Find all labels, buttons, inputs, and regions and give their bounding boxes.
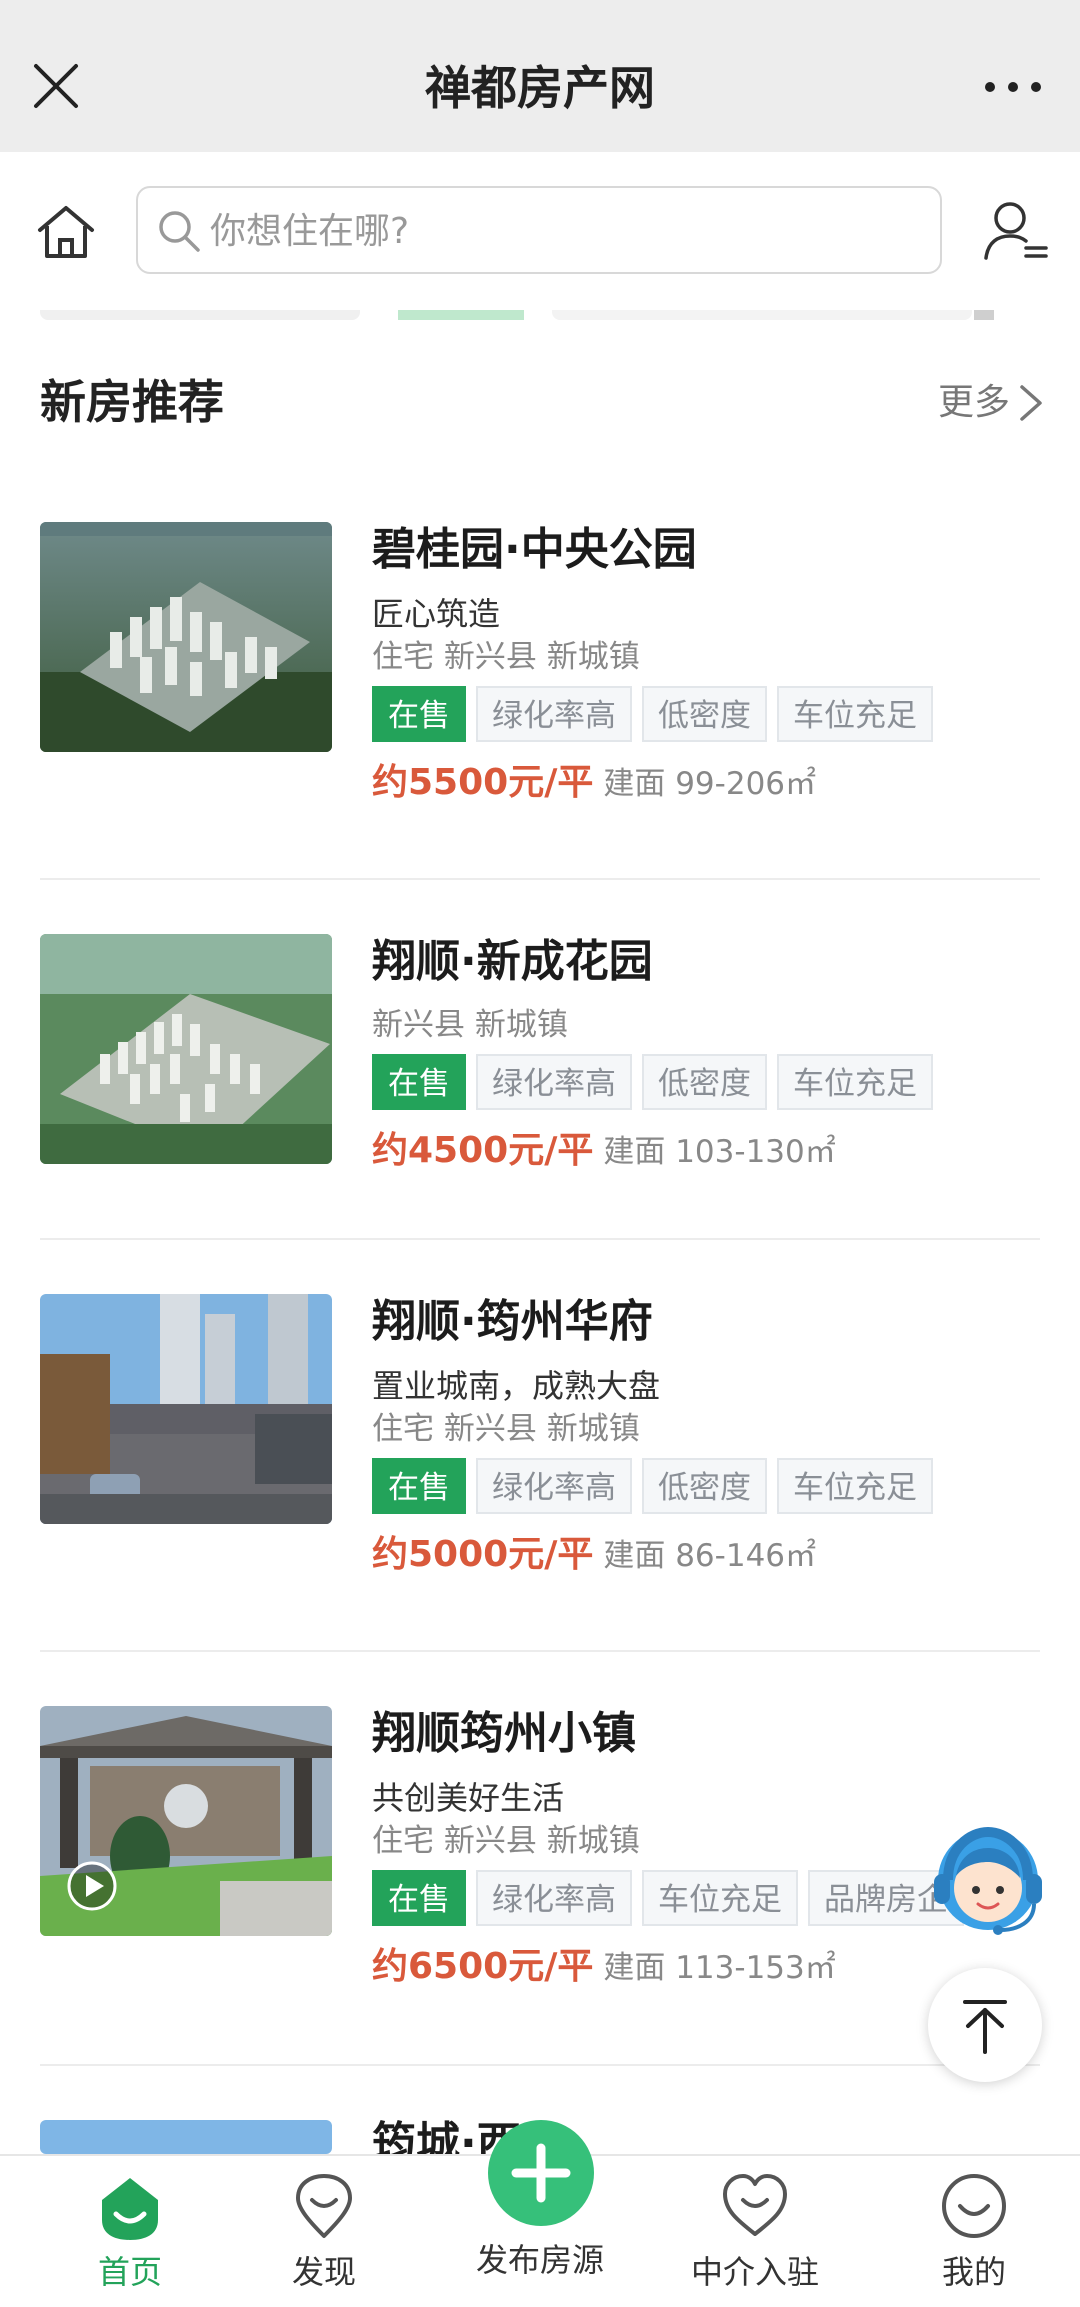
divider xyxy=(40,1650,1040,1652)
divider xyxy=(40,1238,1040,1240)
feature-tag: 低密度 xyxy=(642,686,767,742)
play-video-icon[interactable] xyxy=(66,1860,118,1912)
nav-home-label: 首页 xyxy=(97,2253,162,2291)
feature-tag: 绿化率高 xyxy=(476,1054,632,1110)
status-badge: 在售 xyxy=(372,1870,466,1926)
listing-thumbnail[interactable] xyxy=(40,522,332,752)
feature-tag: 车位充足 xyxy=(777,1458,933,1514)
listing-location: 住宅 新兴县 新城镇 xyxy=(372,639,640,675)
listing-area: 建面 86-146㎡ xyxy=(603,1538,817,1574)
status-badge: 在售 xyxy=(372,686,466,742)
publish-listing-button[interactable] xyxy=(488,2120,594,2226)
listing-name[interactable]: 碧桂园·中央公园 xyxy=(372,522,1040,578)
nav-publish-label[interactable]: 发布房源 xyxy=(440,2238,640,2282)
nav-agent-label: 中介入驻 xyxy=(690,2253,819,2291)
listing-price: 约4500元/平 xyxy=(372,1130,594,1171)
listing-area: 建面 103-130㎡ xyxy=(603,1134,836,1170)
feature-tag: 车位充足 xyxy=(777,686,933,742)
plus-icon xyxy=(511,2143,571,2203)
listing-thumbnail[interactable] xyxy=(40,2120,332,2154)
nav-mine[interactable]: 我的 xyxy=(874,2170,1074,2300)
feature-tag: 绿化率高 xyxy=(476,1458,632,1514)
listing-name[interactable]: 筠城·西 xyxy=(372,2120,1040,2154)
chevron-right-icon xyxy=(1020,385,1042,421)
more-link-label: 更多 xyxy=(937,382,1010,423)
search-row xyxy=(0,152,1080,310)
location-pin-icon xyxy=(296,2174,352,2238)
listing-tags: 在售 绿化率高 低密度 车位充足 xyxy=(372,686,1040,744)
user-menu-icon[interactable] xyxy=(980,196,1052,268)
listing-tags: 在售 绿化率高 低密度 车位充足 xyxy=(372,1054,1040,1112)
listing-area: 建面 99-206㎡ xyxy=(603,766,817,802)
feature-tag: 低密度 xyxy=(642,1458,767,1514)
listing-price: 约5500元/平 xyxy=(372,762,594,803)
listing-thumbnail[interactable] xyxy=(40,934,332,1164)
listing-slogan: 共创美好生活 xyxy=(372,1779,565,1817)
listing-thumbnail[interactable] xyxy=(40,1294,332,1524)
more-options-icon[interactable] xyxy=(978,62,1048,112)
heart-smile-icon xyxy=(723,2174,787,2236)
feature-tag: 绿化率高 xyxy=(476,1870,632,1926)
listing-info: 翔顺·新成花园 新兴县 新城镇 在售 绿化率高 低密度 车位充足 约4500元/… xyxy=(372,934,1040,1182)
nav-discover[interactable]: 发现 xyxy=(224,2170,424,2300)
listing-thumbnail[interactable] xyxy=(40,1706,332,1936)
nav-mine-label: 我的 xyxy=(941,2253,1006,2291)
search-box[interactable] xyxy=(136,186,942,274)
nav-home[interactable]: 首页 xyxy=(30,2170,230,2300)
listing-info: 筠城·西 xyxy=(372,2120,1040,2154)
search-input[interactable] xyxy=(208,198,912,264)
divider xyxy=(40,878,1040,880)
listing-location: 住宅 新兴县 新城镇 xyxy=(372,1411,640,1447)
status-badge: 在售 xyxy=(372,1054,466,1110)
listing-info: 翔顺·筠州华府 置业城南，成熟大盘 住宅 新兴县 新城镇 在售 绿化率高 低密度… xyxy=(372,1294,1040,1586)
listing-price: 约5000元/平 xyxy=(372,1534,594,1575)
page-title: 禅都房产网 xyxy=(425,61,655,115)
listing-slogan: 匠心筑造 xyxy=(372,595,501,633)
listing-tags: 在售 绿化率高 低密度 车位充足 xyxy=(372,1458,1040,1516)
search-icon xyxy=(159,211,200,252)
back-to-top-button[interactable] xyxy=(928,1968,1042,2082)
feature-tag: 低密度 xyxy=(642,1054,767,1110)
listing-slogan: 置业城南，成熟大盘 xyxy=(372,1367,661,1405)
listing-name[interactable]: 翔顺筠州小镇 xyxy=(372,1706,1040,1762)
section-title: 新房推荐 xyxy=(40,375,224,429)
price-line: 约5000元/平 建面 86-146㎡ xyxy=(372,1530,1040,1586)
listing-price: 约6500元/平 xyxy=(372,1946,594,1987)
nav-discover-label: 发现 xyxy=(291,2253,356,2291)
arrow-up-icon xyxy=(963,2000,1007,2054)
smile-face-icon xyxy=(942,2174,1006,2238)
divider xyxy=(40,2064,1040,2066)
listing-area: 建面 113-153㎡ xyxy=(603,1950,836,1986)
listing-name[interactable]: 翔顺·新成花园 xyxy=(372,934,1040,990)
feature-tag: 车位充足 xyxy=(642,1870,798,1926)
home-icon[interactable] xyxy=(34,200,98,264)
listing-name[interactable]: 翔顺·筠州华府 xyxy=(372,1294,1040,1350)
more-link[interactable]: 更多 xyxy=(938,378,1044,428)
price-line: 约5500元/平 建面 99-206㎡ xyxy=(372,758,1040,814)
feature-tag: 车位充足 xyxy=(777,1054,933,1110)
listing-location: 新兴县 新城镇 xyxy=(372,1007,568,1043)
title-bar: 禅都房产网 xyxy=(0,0,1080,152)
price-line: 约4500元/平 建面 103-130㎡ xyxy=(372,1126,1040,1182)
customer-service-icon[interactable] xyxy=(926,1818,1050,1946)
home-nav-icon xyxy=(102,2178,158,2240)
scrolled-content-peek xyxy=(0,310,1080,332)
nav-agent[interactable]: 中介入驻 xyxy=(655,2170,855,2300)
status-badge: 在售 xyxy=(372,1458,466,1514)
listing-info: 碧桂园·中央公园 匠心筑造 住宅 新兴县 新城镇 在售 绿化率高 低密度 车位充… xyxy=(372,522,1040,814)
feature-tag: 绿化率高 xyxy=(476,686,632,742)
